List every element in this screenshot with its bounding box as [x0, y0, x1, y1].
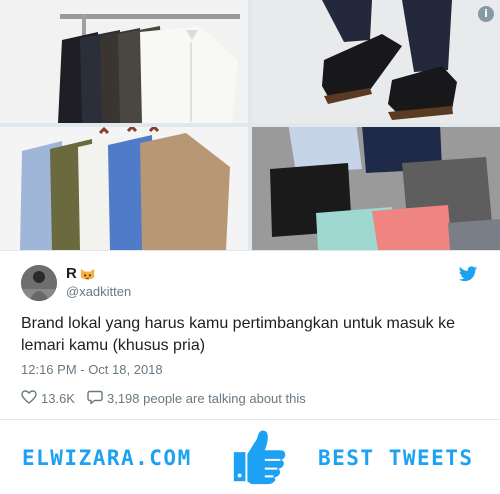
tweet-actions: 13.6K 3,198 people are talking about thi… [21, 389, 318, 408]
tweet-text: Brand lokal yang harus kamu pertimbangka… [21, 315, 456, 354]
black-oxford-shoes-photo[interactable]: i [252, 0, 500, 123]
tagline: BEST TWEETS [318, 446, 474, 470]
reply-action[interactable]: 3,198 people are talking about this [87, 389, 306, 408]
site-name: ELWIZARA.COM [22, 446, 192, 470]
user-handle[interactable]: @xadkitten [66, 284, 131, 299]
thumbs-up-icon [228, 425, 290, 487]
display-name[interactable]: R [66, 265, 96, 282]
folded-shirts-photo[interactable] [252, 127, 500, 250]
like-count[interactable]: 13.6K [41, 391, 75, 406]
twitter-bird-icon[interactable] [458, 266, 478, 283]
info-icon[interactable]: i [478, 6, 494, 22]
avatar[interactable] [21, 265, 57, 301]
reply-count-text[interactable]: 3,198 people are talking about this [107, 391, 306, 406]
heart-icon[interactable] [21, 389, 37, 408]
embedded-tweet-card: i R @xadkitten Brand lokal yang harus ka… [0, 0, 500, 494]
speech-bubble-icon[interactable] [87, 389, 103, 408]
tweet-media-grid[interactable]: i [0, 0, 500, 250]
cat-face-emoji-icon [79, 265, 96, 282]
dark-shirts-on-rack-photo[interactable] [0, 0, 248, 123]
colored-shirts-on-hangers-photo[interactable] [0, 127, 248, 250]
like-action[interactable]: 13.6K [21, 389, 75, 408]
tweet-timestamp[interactable]: 12:16 PM - Oct 18, 2018 [21, 362, 163, 377]
display-name-text[interactable]: R [66, 265, 77, 282]
